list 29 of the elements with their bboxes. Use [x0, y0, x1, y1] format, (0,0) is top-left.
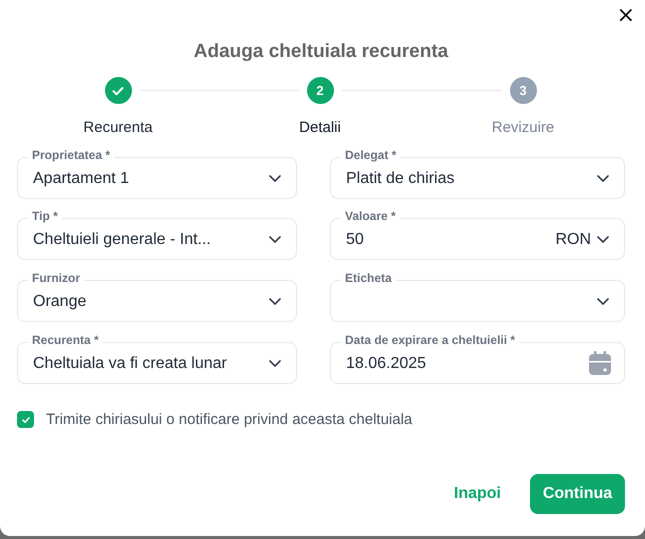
dialog-title: Adauga cheltuiala recurenta — [192, 41, 450, 63]
field-value: Orange — [33, 292, 88, 311]
chevron-down-icon — [269, 298, 281, 304]
field-value: Platit de chirias — [346, 169, 456, 188]
field-label: Proprietatea * — [28, 148, 114, 163]
calendar-icon — [589, 351, 611, 375]
field-value: Cheltuieli generale - Int... — [33, 230, 212, 249]
chevron-down-icon — [597, 236, 609, 242]
field-value: Apartament 1 — [33, 169, 130, 188]
step-label[interactable]: Revizuire — [492, 119, 554, 136]
step-label[interactable]: Detalii — [299, 119, 341, 136]
check-icon — [20, 414, 30, 424]
field-label: Tip * — [28, 209, 62, 224]
checkbox-label: Trimite chiriasului o notificare privind aceasta cheltuiala — [46, 411, 412, 428]
step-done-indicator[interactable] — [104, 77, 132, 104]
checkbox[interactable] — [17, 411, 34, 428]
chevron-down-icon — [269, 236, 281, 242]
chevron-down-icon — [597, 298, 609, 304]
step-label[interactable]: Recurenta — [83, 119, 153, 136]
close-button[interactable]: × — [614, 7, 637, 25]
chevron-down-icon — [269, 360, 281, 366]
field-label: Delegat * — [341, 148, 400, 163]
field-value: 18.06.2025 — [346, 354, 428, 373]
chevron-down-icon — [597, 174, 609, 182]
field-value: Cheltuiala va fi creata lunar — [33, 354, 228, 373]
field-value: 50 — [346, 230, 365, 249]
field-label: Data de expirare a cheltuielii * — [341, 333, 520, 348]
chevron-down-icon — [269, 174, 281, 182]
currency-select[interactable]: RON — [555, 229, 591, 249]
